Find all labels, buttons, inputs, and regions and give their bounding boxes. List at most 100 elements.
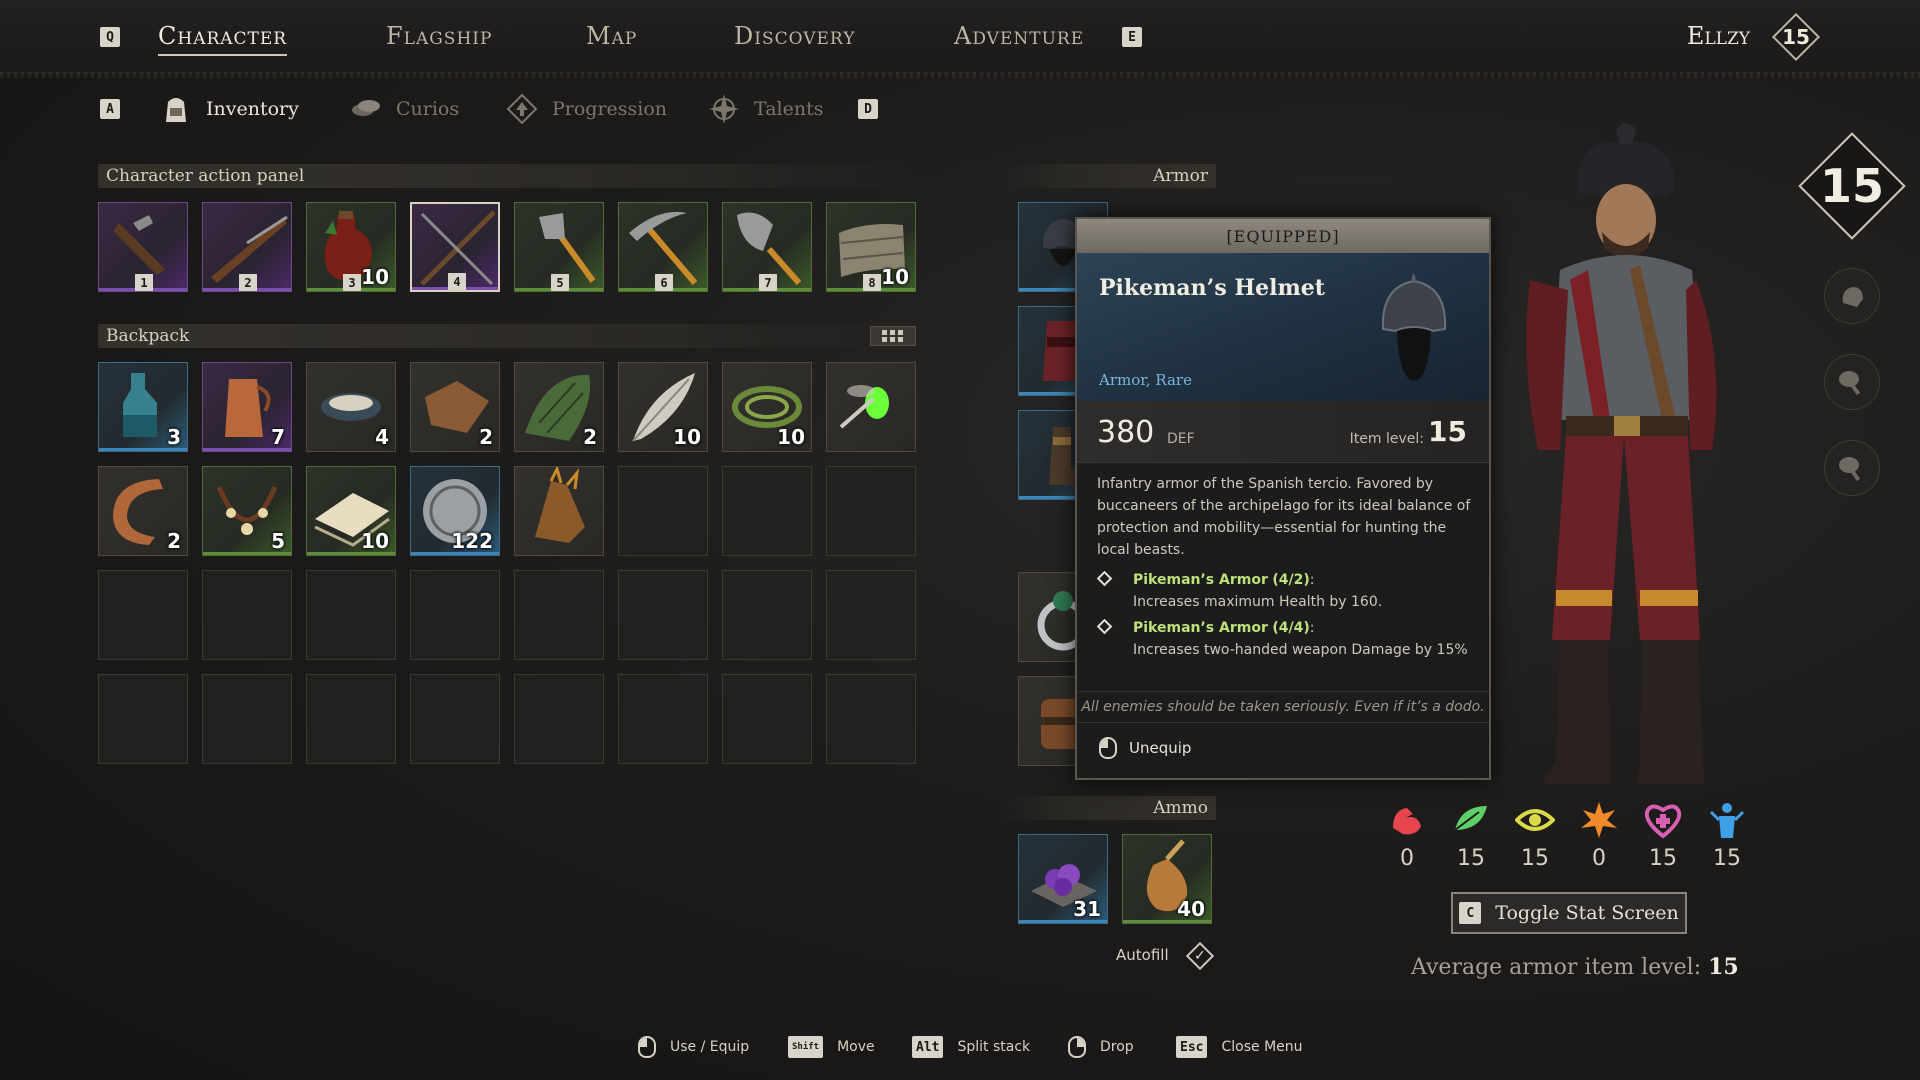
character-level-value: 15 [1819, 159, 1884, 213]
prev-subtab-key[interactable]: A [100, 99, 120, 119]
trinket-slot-1[interactable] [1824, 268, 1880, 324]
toggle-stat-screen-button[interactable]: C Toggle Stat Screen [1451, 892, 1687, 934]
subtab-talents[interactable]: Talents [706, 92, 823, 126]
character-level-badge: 15 [1792, 126, 1912, 246]
backpack-slot-empty[interactable] [202, 570, 292, 660]
unequip-button[interactable]: Unequip [1099, 737, 1191, 759]
tab-adventure[interactable]: Adventure [954, 22, 1084, 50]
set-bonus-text: Increases two-handed weapon Damage by 15… [1133, 642, 1468, 658]
action-slot[interactable]: 6 [618, 202, 708, 292]
sort-grid-icon[interactable] [870, 326, 916, 346]
stack-count: 10 [881, 265, 909, 289]
backpack-slot[interactable]: 10 [306, 466, 396, 556]
tab-flagship[interactable]: Flagship [386, 22, 492, 50]
tab-discovery[interactable]: Discovery [734, 22, 855, 50]
hotkey-label: 8 [863, 274, 881, 291]
prev-tab-key[interactable]: Q [100, 27, 120, 47]
backpack-slot-empty[interactable] [514, 570, 604, 660]
backpack-slot[interactable]: 3 [98, 362, 188, 452]
backpack-slot-empty[interactable] [722, 466, 812, 556]
trinket-slot-2[interactable] [1824, 354, 1880, 410]
action-slot[interactable]: 10 8 [826, 202, 916, 292]
action-slot[interactable]: 2 [202, 202, 292, 292]
set-bonus-diamond-icon [1096, 570, 1113, 587]
item-header: Pikeman’s Helmet Armor, Rare [1077, 253, 1489, 401]
next-tab-key[interactable]: E [1122, 27, 1142, 47]
attribute-value: 15 [1713, 846, 1741, 871]
hand-trinket-icon [1842, 287, 1863, 307]
tab-map[interactable]: Map [586, 22, 637, 50]
action-slot[interactable]: 5 [514, 202, 604, 292]
ammo-slot[interactable]: 40 [1122, 834, 1212, 924]
backpack-slot-empty[interactable] [410, 674, 500, 764]
set-bonus-1: Pikeman’s Armor (4/2): Increases maximum … [1096, 569, 1477, 613]
attribute-stat: 0 [1382, 800, 1432, 871]
backpack-slot-empty[interactable] [618, 674, 708, 764]
action-slot[interactable]: 1 [98, 202, 188, 292]
attribute-stat: 0 [1574, 800, 1624, 871]
backpack-slot-empty[interactable] [514, 674, 604, 764]
subtab-label: Talents [754, 98, 824, 120]
average-armor-level: Average armor item level: 15 [1411, 954, 1739, 980]
backpack-slot-empty[interactable] [826, 466, 916, 556]
subtab-progression[interactable]: Progression [504, 92, 667, 126]
vitality-heart-icon [1644, 804, 1682, 839]
backpack-slot[interactable]: 10 [722, 362, 812, 452]
backpack-slot-empty[interactable] [306, 570, 396, 660]
backpack-slot-empty[interactable] [826, 570, 916, 660]
stack-count: 7 [271, 425, 285, 449]
hint-drop: Drop [1068, 1036, 1134, 1058]
backpack-slot[interactable] [826, 362, 916, 452]
def-label: DEF [1167, 431, 1195, 447]
mouse-left-icon [1099, 737, 1117, 759]
drumstick-trinket-icon [1839, 371, 1861, 396]
tab-character[interactable]: Character [158, 22, 288, 56]
action-slot[interactable]: 7 [722, 202, 812, 292]
backpack-slot-empty[interactable] [98, 674, 188, 764]
stack-count: 122 [451, 529, 493, 553]
backpack-slot[interactable]: 7 [202, 362, 292, 452]
def-value: 380 [1097, 415, 1155, 450]
alt-key: Alt [912, 1036, 944, 1058]
backpack-slot-empty[interactable] [98, 570, 188, 660]
hotkey-label: 4 [448, 273, 466, 290]
backpack-slot[interactable]: 10 [618, 362, 708, 452]
next-subtab-key[interactable]: D [858, 99, 878, 119]
backpack-slot-empty[interactable] [618, 570, 708, 660]
backpack-slot[interactable]: 122 [410, 466, 500, 556]
backpack-slot[interactable]: 4 [306, 362, 396, 452]
autofill-checkbox[interactable]: ✓ [1185, 941, 1215, 971]
shift-key: Shift [788, 1036, 824, 1058]
backpack-slot-empty[interactable] [722, 674, 812, 764]
backpack-slot[interactable]: 5 [202, 466, 292, 556]
stack-count: 40 [1177, 897, 1205, 921]
agility-leaf-icon [1454, 806, 1487, 831]
backpack-slot[interactable] [514, 466, 604, 556]
backpack-slot-empty[interactable] [618, 466, 708, 556]
equipped-status: [EQUIPPED] [1077, 219, 1489, 253]
item-level-label: Item level: [1349, 431, 1424, 447]
set-bonus-tier: (4/2) [1272, 572, 1310, 588]
subtab-inventory[interactable]: Inventory [158, 92, 299, 126]
action-slot[interactable]: 10 3 [306, 202, 396, 292]
player-name: Ellzy [1686, 22, 1750, 50]
backpack-slot-empty[interactable] [722, 570, 812, 660]
perception-eye-icon [1515, 809, 1555, 831]
attribute-value: 15 [1649, 846, 1677, 871]
backpack-slot[interactable]: 2 [410, 362, 500, 452]
backpack-slot[interactable]: 2 [98, 466, 188, 556]
backpack-slot-empty[interactable] [202, 674, 292, 764]
hint-close-menu: Esc Close Menu [1176, 1036, 1303, 1058]
backpack-slot-empty[interactable] [826, 674, 916, 764]
toggle-label: Toggle Stat Screen [1495, 902, 1679, 924]
subtab-curios[interactable]: Curios [348, 92, 459, 126]
item-description: Infantry armor of the Spanish tercio. Fa… [1097, 476, 1471, 558]
trinket-slot-3[interactable] [1824, 440, 1880, 496]
attribute-stat: 15 [1702, 800, 1752, 871]
backpack-slot[interactable]: 2 [514, 362, 604, 452]
ammo-slot[interactable]: 31 [1018, 834, 1108, 924]
item-type: Armor, Rare [1099, 371, 1192, 389]
backpack-slot-empty[interactable] [410, 570, 500, 660]
backpack-slot-empty[interactable] [306, 674, 396, 764]
action-slot[interactable]: 4 [410, 202, 500, 292]
